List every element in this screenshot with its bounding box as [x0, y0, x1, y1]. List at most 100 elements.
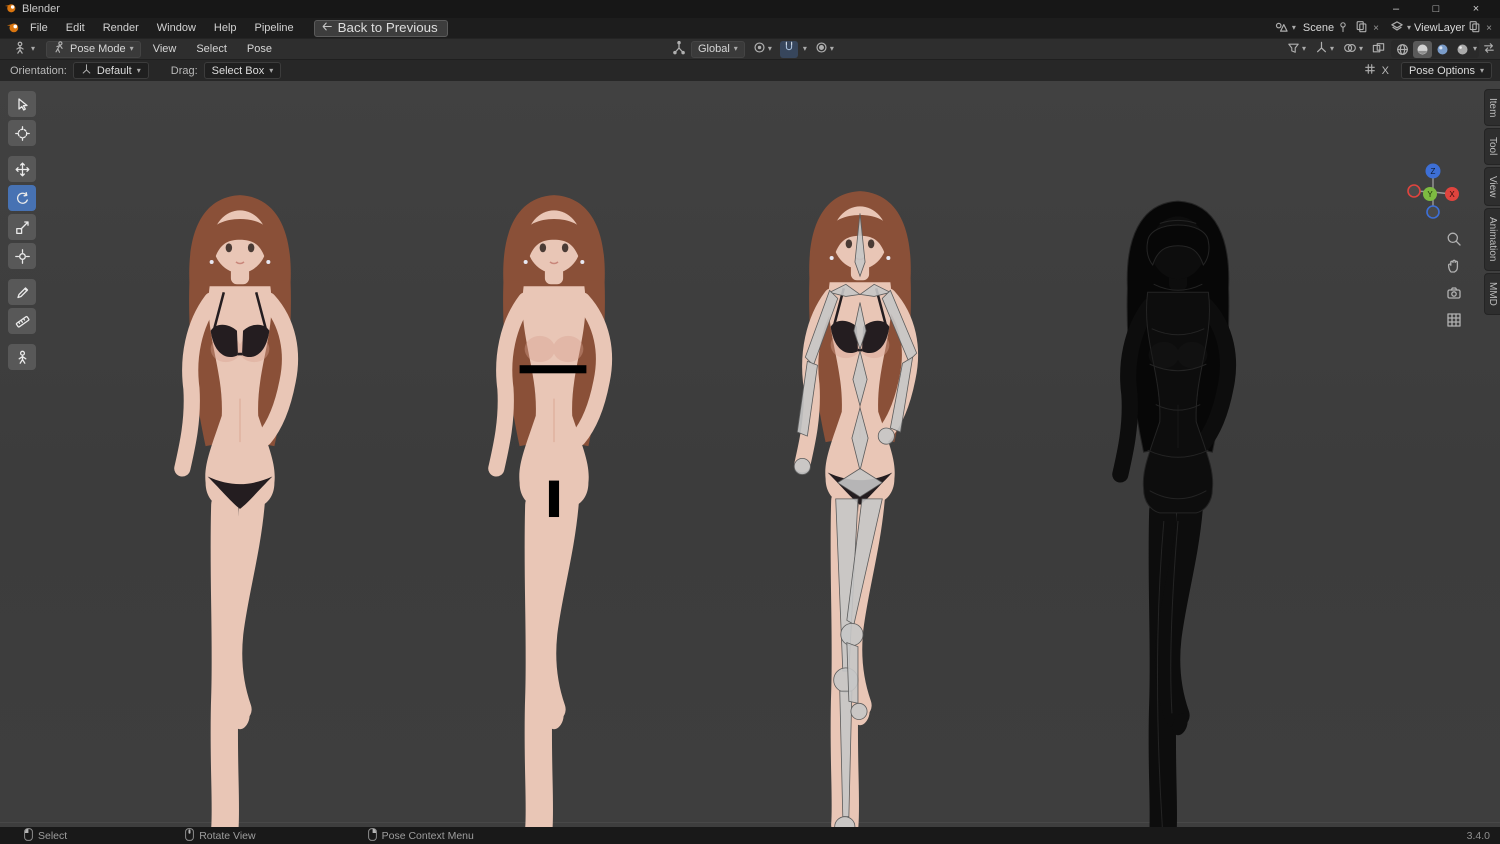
viewlayer-icon[interactable]: [1390, 20, 1404, 36]
sidebar-tabs: Item Tool View Animation MMD: [1484, 89, 1500, 315]
orientation-default-value: Default: [96, 64, 132, 77]
orientation-default-dropdown[interactable]: Default ▾: [72, 62, 149, 79]
mouse-middle-icon: [185, 827, 195, 844]
xray-toggle[interactable]: [1369, 41, 1388, 58]
tab-item[interactable]: Item: [1484, 89, 1500, 127]
snap-toggle[interactable]: [779, 40, 798, 58]
pivot-point-icon: [753, 41, 766, 57]
measure-tool[interactable]: [8, 308, 36, 334]
tab-tool[interactable]: Tool: [1484, 128, 1500, 165]
statusbar: Select Rotate View Pose Context Menu 3.4…: [0, 827, 1500, 844]
cursor-tool[interactable]: [8, 120, 36, 146]
back-arrow-icon: [321, 20, 333, 35]
mode-dropdown[interactable]: Pose Mode ▾: [46, 40, 141, 58]
move-tool[interactable]: [8, 156, 36, 182]
minimize-button[interactable]: –: [1376, 0, 1416, 18]
pose-options-chevron-icon: ▾: [1479, 65, 1484, 75]
menu-view[interactable]: View: [145, 41, 185, 57]
remove-viewlayer-button[interactable]: ×: [1484, 23, 1494, 34]
blender-window: Blender – □ × File Edit Render Window He…: [0, 0, 1500, 844]
viewport-3d[interactable]: Z X Y Item Tool View Animation MMD: [0, 81, 1500, 827]
menu-edit[interactable]: Edit: [58, 20, 93, 36]
blender-logo-icon: [4, 1, 17, 17]
new-viewlayer-icon[interactable]: [1468, 20, 1481, 36]
character-model-armature[interactable]: [744, 177, 976, 827]
character-model-textured[interactable]: [124, 181, 356, 827]
character-model-censored[interactable]: [438, 181, 670, 827]
menu-render[interactable]: Render: [95, 20, 147, 36]
shading-wireframe-button[interactable]: [1393, 41, 1412, 58]
rotate-tool[interactable]: [8, 185, 36, 211]
pin-icon[interactable]: [1338, 21, 1348, 36]
drag-label: Drag:: [170, 64, 198, 77]
scene-browse-icon[interactable]: [1274, 20, 1289, 36]
clear-tool-button[interactable]: X: [1382, 65, 1389, 77]
menu-select[interactable]: Select: [188, 41, 235, 57]
transform-orientation-dropdown[interactable]: Global ▾: [691, 40, 745, 58]
gizmos-dropdown[interactable]: ▾: [1312, 41, 1337, 58]
pivot-point-dropdown[interactable]: ▾: [750, 41, 775, 58]
scene-browse-chevron-icon[interactable]: ▾: [1292, 24, 1296, 32]
orientation-default-chevron-icon: ▾: [136, 65, 141, 75]
unlink-scene-button[interactable]: ×: [1371, 23, 1381, 34]
proportional-editing-icon: [815, 41, 828, 57]
transform-orientation-icon[interactable]: [672, 40, 686, 58]
scale-tool[interactable]: [8, 214, 36, 240]
visibility-filter-icon: [1287, 42, 1300, 57]
gizmo-axis-z-negative: [1426, 205, 1440, 219]
zoom-icon[interactable]: [1446, 231, 1462, 250]
close-button[interactable]: ×: [1456, 0, 1496, 18]
proportional-editing-dropdown[interactable]: ▾: [812, 41, 837, 58]
statusbar-context-hint: Pose Context Menu: [367, 827, 474, 844]
tab-mmd[interactable]: MMD: [1484, 272, 1500, 315]
back-to-previous-label: Back to Previous: [337, 20, 438, 35]
toggle-grid-icon[interactable]: [1446, 312, 1462, 331]
viewport-nav-icons: [1446, 231, 1462, 331]
blender-menu-icon[interactable]: [6, 20, 20, 37]
shading-material-button[interactable]: [1433, 41, 1452, 58]
shading-solid-button[interactable]: [1412, 40, 1432, 58]
pan-hand-icon[interactable]: [1446, 258, 1462, 277]
menu-pipeline[interactable]: Pipeline: [247, 20, 302, 36]
drag-mode-dropdown[interactable]: Select Box ▾: [203, 62, 282, 79]
menu-help[interactable]: Help: [206, 20, 245, 36]
menu-window[interactable]: Window: [149, 20, 204, 36]
annotate-tool[interactable]: [8, 279, 36, 305]
context-hint-label: Pose Context Menu: [381, 829, 474, 842]
drag-chevron-icon: ▾: [269, 65, 274, 75]
menu-pose[interactable]: Pose: [239, 41, 280, 57]
shading-chevron-icon[interactable]: ▾: [1473, 45, 1477, 53]
window-title: Blender: [22, 3, 60, 15]
shading-rendered-button[interactable]: [1453, 41, 1472, 58]
new-scene-icon[interactable]: [1355, 20, 1368, 36]
overlays-dropdown[interactable]: ▾: [1340, 41, 1366, 58]
svg-text:Z: Z: [1431, 167, 1436, 176]
scene-name: Scene: [1302, 22, 1335, 34]
overlays-chevron-icon: ▾: [1358, 44, 1363, 53]
maximize-button[interactable]: □: [1416, 0, 1456, 18]
object-visibility-dropdown[interactable]: ▾: [1284, 41, 1309, 58]
mode-label: Pose Mode: [70, 43, 126, 55]
magnet-icon: [783, 41, 795, 57]
camera-view-icon[interactable]: [1446, 285, 1462, 304]
workspace-sync-icon[interactable]: [1482, 42, 1496, 57]
mouse-left-icon: [24, 827, 33, 844]
transform-tool[interactable]: [8, 243, 36, 269]
viewlayer-browse-chevron-icon[interactable]: ▾: [1407, 24, 1411, 32]
tab-view[interactable]: View: [1484, 166, 1500, 207]
select-box-tool[interactable]: [8, 91, 36, 117]
snap-settings-chevron-icon[interactable]: ▾: [803, 45, 807, 53]
keymap-icon[interactable]: [1364, 63, 1376, 78]
orientation-settings-label: Orientation:: [10, 64, 67, 77]
scene-datablock[interactable]: Scene: [1299, 20, 1352, 37]
tab-animation[interactable]: Animation: [1484, 208, 1500, 271]
editor-type-selector[interactable]: ▾: [6, 41, 42, 58]
character-model-wireframe[interactable]: [1062, 187, 1294, 827]
tool-settings-right: X Pose Options ▾: [1364, 62, 1492, 79]
back-to-previous-button[interactable]: Back to Previous: [313, 19, 448, 37]
menu-file[interactable]: File: [22, 20, 56, 36]
navigation-gizmo[interactable]: Z X Y: [1402, 161, 1464, 226]
pose-options-dropdown[interactable]: Pose Options ▾: [1400, 62, 1492, 79]
pose-breakdowner-tool[interactable]: [8, 344, 36, 370]
viewport-header: ▾ Pose Mode ▾ View Select Pose Global ▾: [0, 38, 1500, 59]
